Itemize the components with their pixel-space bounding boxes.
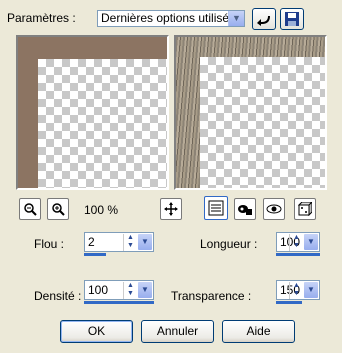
preset-dropdown[interactable]: Dernières options utilisées ▼ (97, 10, 245, 27)
eye-icon (266, 204, 282, 214)
zoom-in-button[interactable] (47, 198, 69, 220)
undo-button[interactable] (252, 8, 276, 30)
preset-value: Dernières options utilisées (101, 11, 242, 25)
flou-label: Flou : (34, 237, 65, 251)
lock-icon (238, 205, 252, 215)
flou-input[interactable]: 2 ▲ ▼ ▼ (84, 232, 154, 252)
parametres-label: Paramètres : (7, 11, 76, 25)
result-preview[interactable] (174, 35, 327, 190)
ok-button[interactable]: OK (60, 320, 133, 343)
randomize-button[interactable] (294, 198, 316, 220)
longueur-level-bar[interactable] (276, 253, 320, 256)
auto-preview-button[interactable] (263, 198, 285, 220)
annuler-button[interactable]: Annuler (141, 320, 214, 343)
longueur-input[interactable]: 100 ▲ ▼ ▼ (276, 232, 320, 252)
densite-input[interactable]: 100 ▲ ▼ ▼ (84, 280, 154, 300)
densite-level-bar[interactable] (84, 301, 154, 304)
original-preview[interactable] (16, 35, 169, 190)
chevron-down-icon: ▼ (228, 11, 244, 26)
zoom-out-button[interactable] (19, 198, 41, 220)
zoom-level: 100 % (84, 203, 119, 217)
zoom-out-icon (24, 203, 37, 216)
zoom-in-icon (52, 203, 65, 216)
undo-icon (257, 15, 270, 26)
pan-button[interactable] (160, 198, 182, 220)
longueur-label: Longueur : (200, 237, 258, 251)
aide-button[interactable]: Aide (222, 320, 295, 343)
dice-icon (298, 202, 312, 216)
lock-button[interactable] (234, 198, 256, 220)
move-icon (164, 202, 178, 216)
flou-level-bar[interactable] (84, 253, 106, 256)
transparence-label: Transparence : (171, 289, 252, 303)
save-preset-button[interactable] (280, 8, 304, 30)
transparence-level-bar[interactable] (276, 301, 302, 304)
proof-button[interactable] (204, 196, 228, 220)
proof-icon (208, 200, 224, 216)
densite-label: Densité : (34, 289, 82, 303)
transparence-input[interactable]: 150 ▲ ▼ ▼ (276, 280, 320, 300)
save-icon (285, 12, 299, 26)
